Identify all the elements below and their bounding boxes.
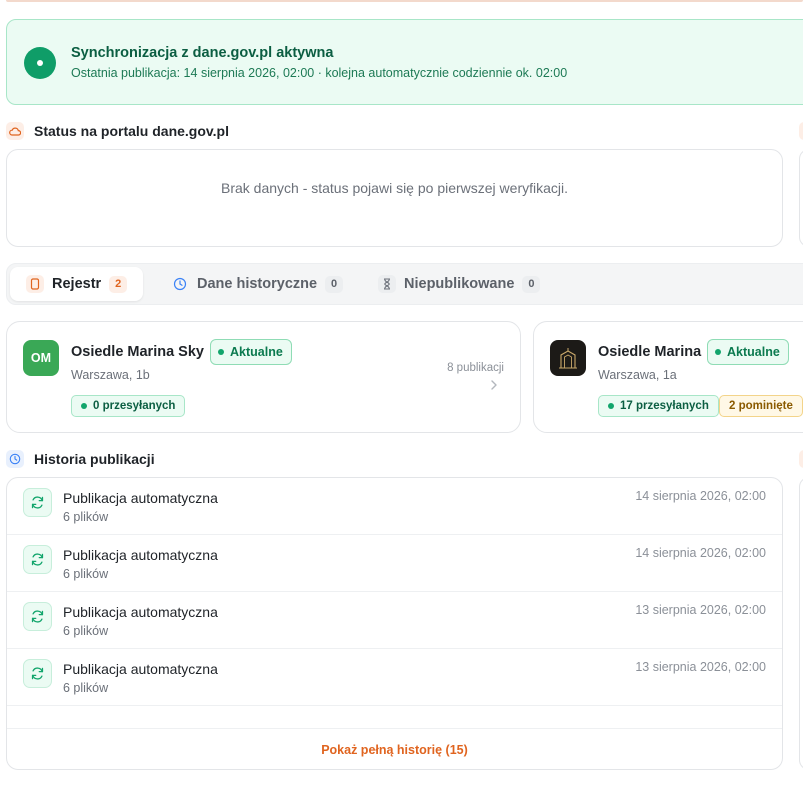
publication-count: 8 publikacji	[447, 362, 504, 374]
document-icon	[26, 275, 44, 293]
sync-banner-title: Synchronizacja z dane.gov.pl aktywna	[71, 45, 334, 61]
side-panel-icon-stub	[799, 122, 803, 140]
tab-unpublished-count: 0	[522, 275, 541, 293]
status-dot-icon	[218, 349, 224, 355]
history-item-title: Publikacja automatyczna	[63, 490, 218, 506]
status-badge: Aktualne	[707, 339, 789, 365]
status-dot-icon	[608, 403, 614, 409]
register-card-name: Osiedle Marina	[598, 344, 702, 360]
sending-count-pill: 17 przesyłanych	[598, 395, 719, 417]
cloud-icon	[6, 122, 24, 140]
skipped-count-label: 2 pominięte	[729, 400, 793, 412]
side-panel-card-stub	[799, 149, 803, 247]
history-title: Historia publikacji	[34, 451, 155, 467]
show-full-history-link[interactable]: Pokaż pełną historię (15)	[321, 743, 468, 757]
top-edge-divider	[6, 0, 803, 2]
history-item-title: Publikacja automatyczna	[63, 661, 218, 677]
register-card-marina-sky[interactable]: OM Osiedle Marina Sky Aktualne Warszawa,…	[6, 321, 521, 433]
list-item[interactable]: Publikacja automatyczna 6 plików 14 sier…	[7, 478, 782, 535]
sending-count-label: 0 przesyłanych	[93, 400, 176, 412]
history-header: Historia publikacji	[6, 450, 155, 468]
portal-status-empty-message: Brak danych - status pojawi się po pierw…	[220, 180, 569, 196]
sync-status-banner: Synchronizacja z dane.gov.pl aktywna Ost…	[6, 19, 803, 105]
tab-historical-data-count: 0	[325, 275, 344, 293]
portal-status-header: Status na portalu dane.gov.pl	[6, 122, 229, 140]
status-badge: Aktualne	[210, 339, 292, 365]
history-item-title: Publikacja automatyczna	[63, 547, 218, 563]
register-tabs: Rejestr 2 Dane historyczne 0 Niepublikow…	[6, 263, 803, 305]
history-item-files: 6 plików	[63, 681, 109, 695]
status-dot-icon	[24, 47, 56, 79]
clock-icon	[171, 275, 189, 293]
refresh-icon	[23, 545, 52, 574]
status-badge-label: Aktualne	[230, 345, 283, 359]
side-panel-card-stub	[799, 477, 803, 770]
register-card-address: Warszawa, 1a	[598, 368, 677, 382]
building-logo-icon	[550, 340, 586, 376]
register-card-address: Warszawa, 1b	[71, 368, 150, 382]
refresh-icon	[23, 659, 52, 688]
list-item[interactable]: Publikacja automatyczna 6 plików 14 sier…	[7, 535, 782, 592]
avatar: OM	[23, 340, 59, 376]
status-dot-icon	[81, 403, 87, 409]
tab-unpublished[interactable]: Niepublikowane 0	[362, 267, 556, 301]
tab-register-count: 2	[109, 275, 128, 293]
history-item-time: 14 sierpnia 2026, 02:00	[635, 489, 766, 503]
publication-history-list: Publikacja automatyczna 6 plików 14 sier…	[6, 477, 783, 770]
history-item-files: 6 plików	[63, 510, 109, 524]
refresh-icon	[23, 488, 52, 517]
tab-unpublished-label: Niepublikowane	[404, 276, 515, 292]
history-item-files: 6 plików	[63, 624, 109, 638]
side-panel-icon-stub	[799, 450, 803, 468]
register-card-name: Osiedle Marina Sky	[71, 344, 204, 360]
history-item-time: 13 sierpnia 2026, 02:00	[635, 603, 766, 617]
sending-count-label: 17 przesyłanych	[620, 400, 709, 412]
hourglass-icon	[378, 275, 396, 293]
sending-count-pill: 0 przesyłanych	[71, 395, 186, 417]
chevron-right-icon[interactable]	[488, 378, 500, 392]
list-item[interactable]: Publikacja automatyczna 6 plików 13 sier…	[7, 649, 782, 706]
tab-historical-data-label: Dane historyczne	[197, 276, 318, 292]
history-item-title: Publikacja automatyczna	[63, 604, 218, 620]
tab-register-label: Rejestr	[52, 276, 102, 292]
tab-historical-data[interactable]: Dane historyczne 0	[155, 267, 359, 301]
sync-banner-subtitle: Ostatnia publikacja: 14 sierpnia 2026, 0…	[71, 66, 568, 80]
tab-register[interactable]: Rejestr 2	[10, 267, 144, 301]
status-badge-label: Aktualne	[727, 345, 780, 359]
portal-status-title: Status na portalu dane.gov.pl	[34, 123, 229, 139]
skipped-count-pill: 2 pominięte	[719, 395, 803, 417]
history-footer: Pokaż pełną historię (15)	[7, 728, 782, 769]
portal-status-card: Brak danych - status pojawi się po pierw…	[6, 149, 783, 247]
status-dot-icon	[715, 349, 721, 355]
register-card-marina[interactable]: Osiedle Marina Aktualne Warszawa, 1a 17 …	[533, 321, 803, 433]
history-item-files: 6 plików	[63, 567, 109, 581]
history-item-time: 13 sierpnia 2026, 02:00	[635, 660, 766, 674]
list-item[interactable]: Publikacja automatyczna 6 plików 13 sier…	[7, 592, 782, 649]
refresh-icon	[23, 602, 52, 631]
history-item-time: 14 sierpnia 2026, 02:00	[635, 546, 766, 560]
clock-icon	[6, 450, 24, 468]
